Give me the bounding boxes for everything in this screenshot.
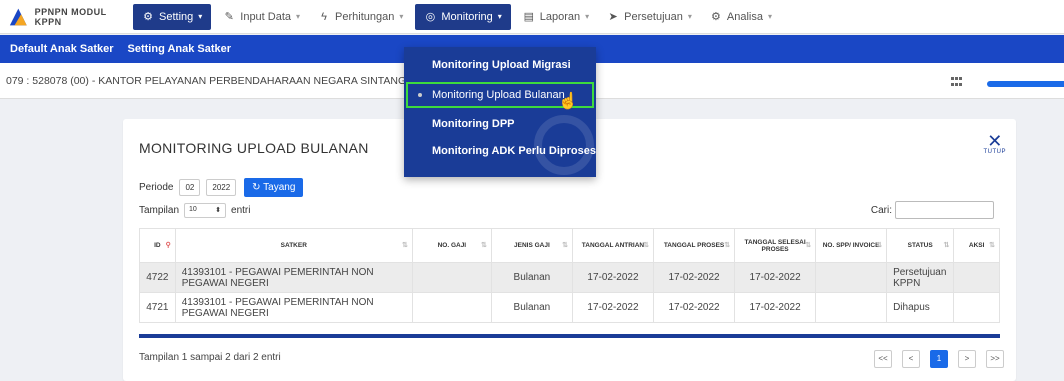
chevron-down-icon: ▾ [296, 12, 301, 21]
pagination: << < 1 > >> [864, 350, 1004, 368]
gear-icon: ⚙ [143, 10, 153, 23]
lightning-icon: ϟ [321, 10, 327, 23]
chevron-down-icon: ▾ [767, 12, 772, 21]
sort-icon: ⇅ [562, 242, 568, 249]
user-menu-button[interactable] [987, 81, 1064, 87]
col-header-satker[interactable]: SATKER ⇅ [174, 228, 413, 263]
subnav-default-anak-satker[interactable]: Default Anak Satker [10, 43, 114, 55]
nav-laporan[interactable]: ▤ Laporan ▾ [514, 0, 598, 34]
sort-icon: ⇅ [401, 242, 408, 249]
close-icon: ✕ [987, 131, 1003, 151]
nav-input-data[interactable]: ✎ Input Data ▾ [214, 0, 309, 34]
sort-icon: ⇅ [805, 242, 812, 249]
col-header-jenis-gaji[interactable]: JENIS GAJI ⇅ [490, 228, 573, 263]
target-icon: ◎ [425, 10, 436, 23]
nav-monitoring[interactable]: ◎ Monitoring ▾ [415, 3, 511, 30]
hand-cursor-icon: ☝ [558, 93, 578, 110]
periode-row: Periode 02 2022 ↻ Tayang [139, 178, 304, 197]
sort-icon: ⇅ [989, 242, 995, 249]
chevron-down-icon: ▾ [585, 12, 590, 21]
brand-logo-icon [9, 8, 27, 25]
nav-analisa[interactable]: ⚙ Analisa ▾ [701, 0, 781, 34]
filter-icon: ⚲ [165, 242, 171, 249]
chevron-down-icon: ▾ [687, 12, 692, 21]
page-title: MONITORING UPLOAD BULANAN [139, 140, 369, 156]
brand[interactable]: PPNPN MODUL KPPN [0, 0, 130, 34]
chevron-down-icon: ▾ [399, 12, 404, 21]
sort-icon: ⇅ [876, 242, 883, 249]
close-label: TUTUP [983, 149, 1006, 155]
refresh-icon: ↻ [252, 182, 261, 193]
chevron-updown-icon: ⬍ [215, 207, 222, 214]
month-input[interactable]: 02 [179, 179, 201, 196]
monitoring-dropdown-menu: Monitoring Upload Migrasi Monitoring Upl… [404, 47, 596, 177]
gear-icon: ⚙ [710, 10, 721, 23]
search-label: Cari: [870, 204, 892, 216]
close-button[interactable]: ✕ TUTUP [983, 131, 1007, 155]
nav-setting[interactable]: ⚙ Setting ▾ [133, 3, 212, 30]
col-header-no-spp[interactable]: NO. SPP/ INVOICE ⇅ [815, 228, 888, 263]
nav-label: Setting [159, 10, 194, 23]
page-next-button[interactable]: > [958, 350, 976, 368]
nav-label: Laporan [539, 10, 581, 23]
brand-name: PPNPN MODUL KPPN [34, 6, 107, 27]
document-icon: ▤ [523, 10, 534, 23]
search-control: Cari: [871, 201, 994, 219]
search-input[interactable] [895, 201, 994, 219]
chevron-down-icon: ▾ [198, 12, 203, 21]
nav-persetujuan[interactable]: ➤ Persetujuan ▾ [598, 0, 701, 34]
year-input[interactable]: 2022 [206, 179, 237, 196]
page-length-value: 10 [189, 206, 197, 213]
tampilan-label: Tampilan [139, 205, 180, 216]
page-last-button[interactable]: >> [986, 350, 1004, 368]
col-header-tanggal-selesai[interactable]: TANGGAL SELESAI PROSES ⇅ [734, 228, 817, 263]
top-navbar: PPNPN MODUL KPPN ⚙ Setting ▾ ✎ Input Dat… [0, 0, 1064, 34]
menu-item-upload-migrasi[interactable]: Monitoring Upload Migrasi [404, 52, 596, 79]
sort-icon: ⇅ [943, 242, 950, 249]
menu-item-dpp[interactable]: Monitoring DPP [404, 111, 596, 138]
edit-icon: ✎ [224, 10, 234, 23]
bullet-icon [418, 93, 422, 97]
col-header-tanggal-proses[interactable]: TANGGAL PROSES ⇅ [652, 228, 736, 263]
page-1-button[interactable]: 1 [930, 350, 948, 368]
table-row[interactable]: 4722 41393101 - PEGAWAI PEMERINTAH NON P… [139, 262, 1000, 293]
send-icon: ➤ [608, 10, 618, 23]
entri-label: entri [231, 205, 251, 216]
sort-icon: ⇅ [481, 242, 487, 249]
nav-label: Analisa [726, 10, 763, 23]
nav-perhitungan[interactable]: ϟ Perhitungan ▾ [309, 0, 412, 34]
col-header-status[interactable]: STATUS ⇅ [886, 228, 955, 263]
page-length-select[interactable]: 10 ⬍ [184, 203, 227, 218]
chevron-down-icon: ▾ [497, 12, 502, 21]
nav-label: Monitoring [441, 10, 493, 23]
tayang-label: Tayang [263, 182, 296, 193]
table-info: Tampilan 1 sampai 2 dari 2 entri [139, 352, 281, 363]
menu-item-label: Monitoring Upload Bulanan [432, 89, 565, 101]
nav-label: Persetujuan [624, 10, 683, 23]
col-header-aksi[interactable]: AKSI ⇅ [953, 228, 1000, 263]
menu-item-adk-perlu-diproses[interactable]: Monitoring ADK Perlu Diproses [404, 138, 596, 165]
col-header-no-gaji[interactable]: NO. GAJI ⇅ [411, 228, 492, 263]
sort-icon: ⇅ [643, 242, 649, 249]
page-prev-button[interactable]: < [902, 350, 920, 368]
nav-label: Perhitungan [335, 10, 395, 23]
nav-label: Input Data [240, 10, 292, 23]
page-first-button[interactable]: << [874, 350, 892, 368]
col-header-tanggal-antrian[interactable]: TANGGAL ANTRIAN ⇅ [571, 228, 655, 263]
subnav-setting-anak-satker[interactable]: Setting Anak Satker [128, 43, 232, 55]
table-row[interactable]: 4721 41393101 - PEGAWAI PEMERINTAH NON P… [139, 292, 1000, 323]
col-header-id[interactable]: ID ⚲ [139, 228, 176, 263]
table-header-row: ID ⚲ SATKER ⇅ NO. GAJI ⇅ JENIS GAJI ⇅ TANGGA… [139, 228, 1000, 263]
monitoring-table: ID ⚲ SATKER ⇅ NO. GAJI ⇅ JENIS GAJI ⇅ TANGGA… [139, 228, 1000, 323]
tayang-button[interactable]: ↻ Tayang [244, 178, 304, 197]
apps-grid-icon[interactable] [951, 77, 963, 87]
periode-label: Periode [139, 182, 174, 193]
page-length-control: Tampilan 10 ⬍ entri [139, 203, 250, 218]
table-bottom-bar [139, 334, 1000, 338]
sort-icon: ⇅ [724, 242, 731, 249]
